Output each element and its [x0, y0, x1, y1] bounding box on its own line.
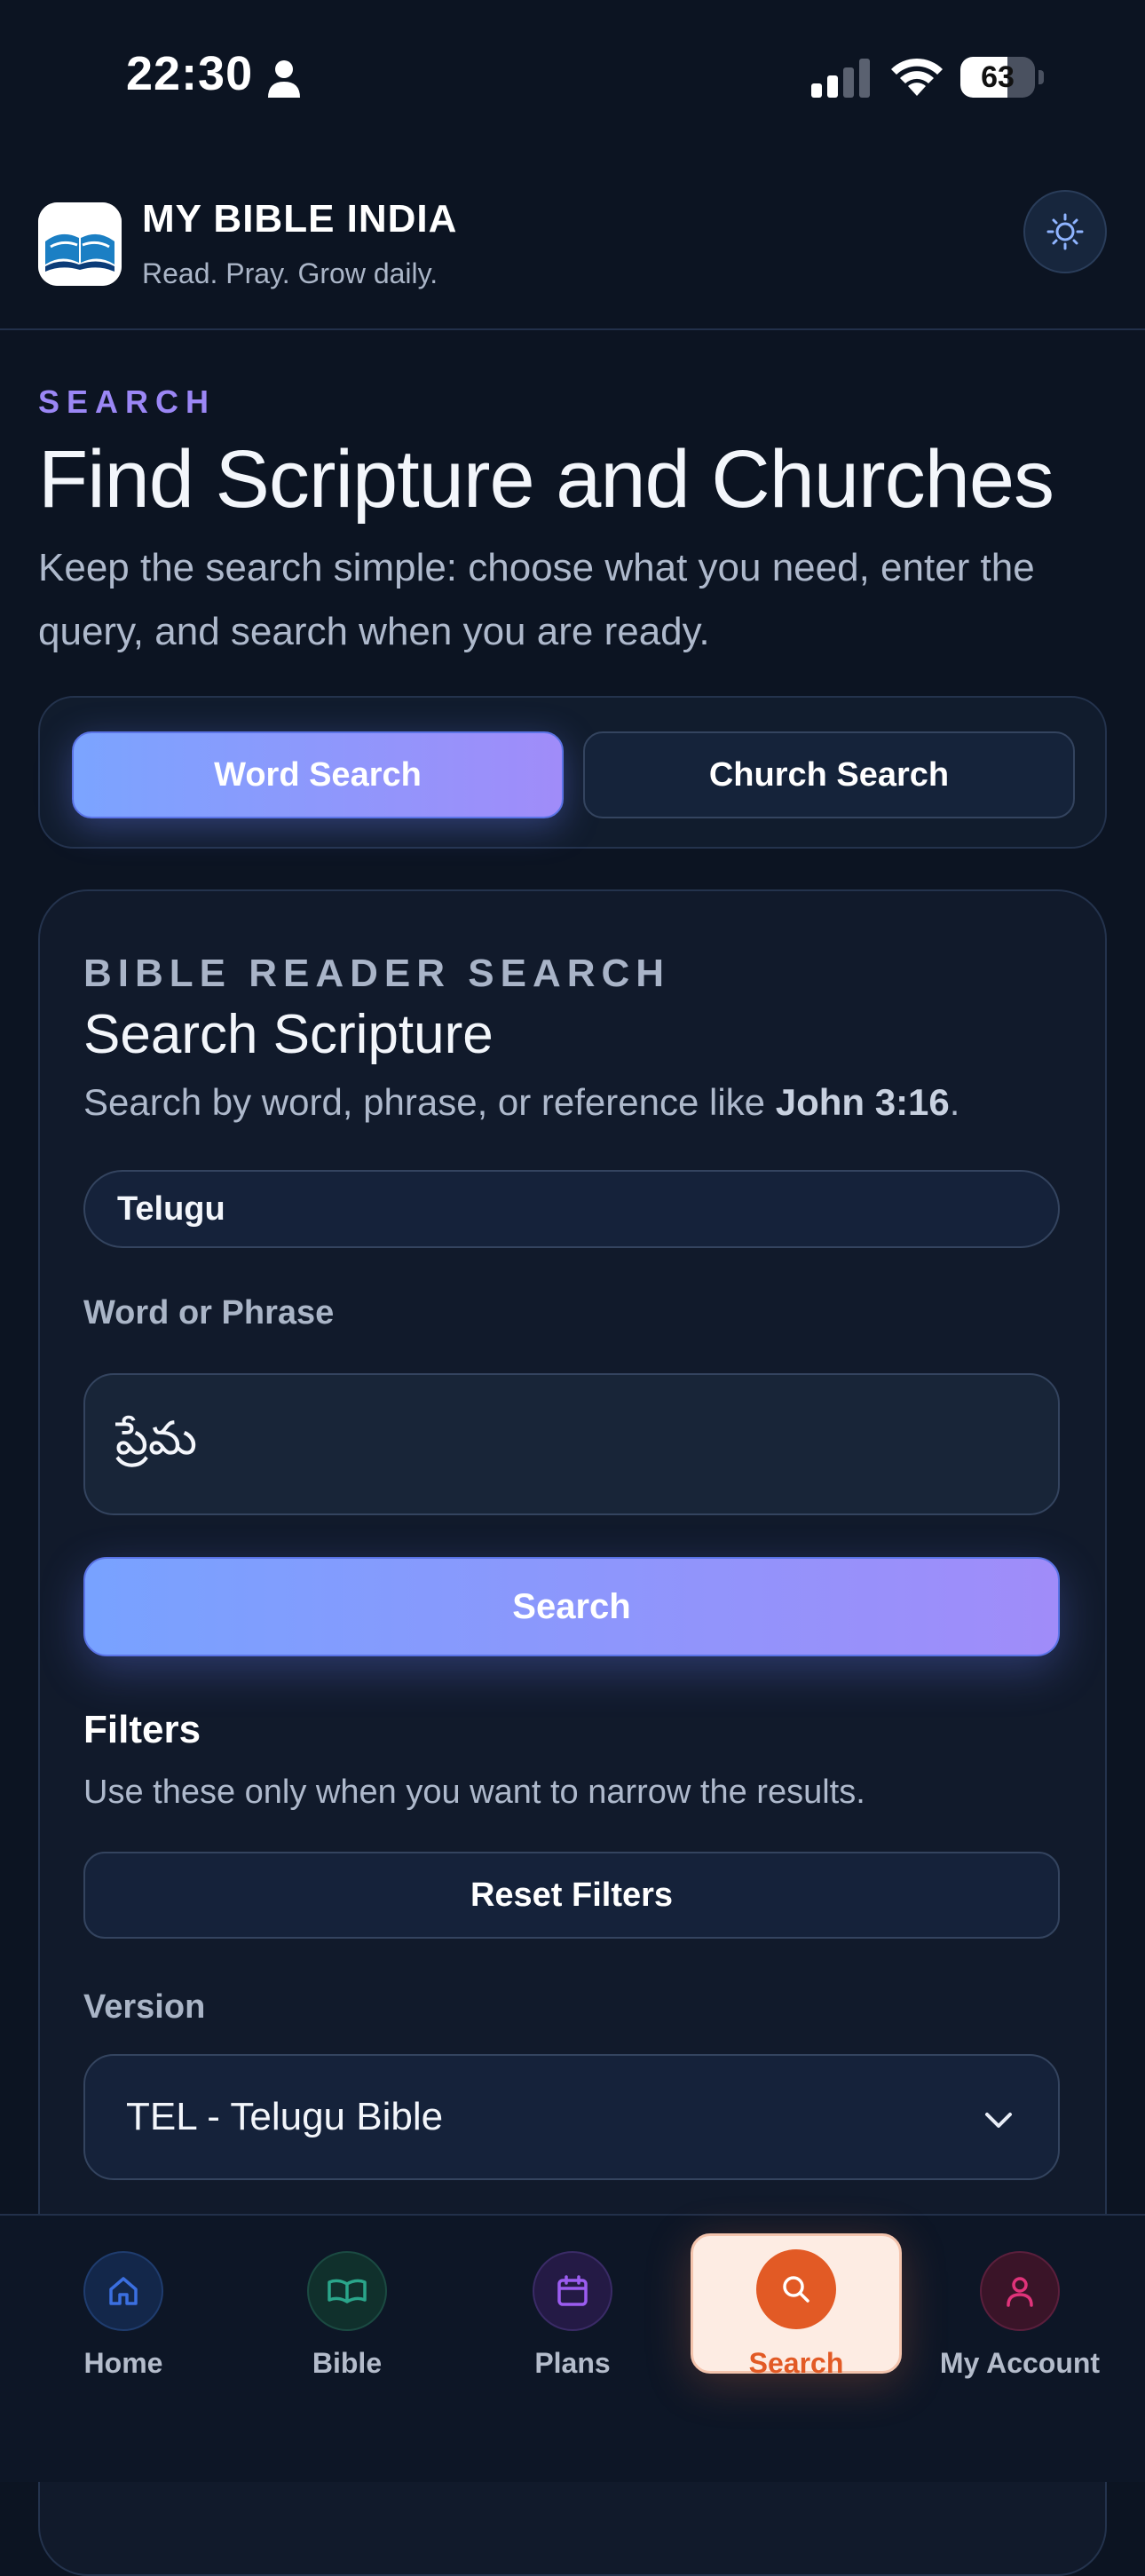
calendar-icon: [533, 2251, 612, 2331]
tab-church-search[interactable]: Church Search: [583, 731, 1075, 818]
app-title: MY BIBLE INDIA: [142, 197, 458, 241]
filters-description: Use these only when you want to narrow t…: [83, 1774, 865, 1811]
word-or-phrase-label: Word or Phrase: [83, 1294, 335, 1331]
search-button[interactable]: Search: [83, 1557, 1060, 1656]
nav-label-plans: Plans: [534, 2347, 611, 2379]
app-logo: [38, 202, 122, 286]
home-icon: [83, 2251, 163, 2331]
language-selector[interactable]: Telugu: [83, 1170, 1060, 1248]
card-title: Search Scripture: [83, 1004, 494, 1065]
header-divider: [0, 328, 1145, 330]
section-eyebrow: SEARCH: [38, 383, 217, 420]
status-time: 22:30: [126, 47, 254, 100]
bottom-navigation: Home Bible Plans Search My Account: [0, 2214, 1145, 2482]
version-label: Version: [83, 1988, 206, 2026]
theme-toggle-button[interactable]: [1023, 190, 1107, 273]
card-description-example: John 3:16: [775, 1081, 950, 1123]
nav-label-search: Search: [748, 2347, 844, 2379]
nav-label-bible: Bible: [312, 2347, 383, 2379]
page-title: Find Scripture and Churches: [38, 434, 1054, 525]
nav-search[interactable]: Search: [682, 2216, 911, 2393]
version-select[interactable]: TEL - Telugu Bible: [83, 2054, 1060, 2180]
search-icon: [756, 2249, 836, 2329]
chevron-down-icon: [985, 2113, 1012, 2128]
reset-filters-button[interactable]: Reset Filters: [83, 1852, 1060, 1939]
cellular-signal-icon: [811, 59, 870, 98]
book-icon: [307, 2251, 387, 2331]
tab-word-search[interactable]: Word Search: [72, 731, 564, 818]
page-description: Keep the search simple: choose what you …: [38, 546, 1035, 653]
nav-plans[interactable]: Plans: [458, 2216, 687, 2393]
search-input[interactable]: [83, 1373, 1060, 1515]
battery-percent: 63: [981, 60, 1015, 94]
card-description-text: Search by word, phrase, or reference lik…: [83, 1081, 776, 1123]
card-description: Search by word, phrase, or reference lik…: [83, 1081, 959, 1124]
nav-label-my-account: My Account: [939, 2347, 1101, 2379]
wifi-icon: [891, 58, 943, 96]
card-description-suffix: .: [949, 1081, 960, 1123]
person-icon: [268, 60, 300, 98]
version-value: TEL - Telugu Bible: [126, 2095, 444, 2138]
open-book-logo-icon: [38, 202, 122, 286]
nav-label-home: Home: [83, 2347, 163, 2379]
filters-title: Filters: [83, 1708, 201, 1751]
app-tagline: Read. Pray. Grow daily.: [142, 257, 438, 289]
battery-indicator: 63: [960, 57, 1044, 98]
search-mode-tabs: Word Search Church Search: [38, 696, 1107, 849]
nav-home[interactable]: Home: [9, 2216, 238, 2393]
nav-bible[interactable]: Bible: [233, 2216, 462, 2393]
card-eyebrow: BIBLE READER SEARCH: [83, 952, 671, 995]
sun-icon: [1046, 213, 1084, 250]
nav-my-account[interactable]: My Account: [905, 2216, 1134, 2393]
user-icon: [980, 2251, 1060, 2331]
